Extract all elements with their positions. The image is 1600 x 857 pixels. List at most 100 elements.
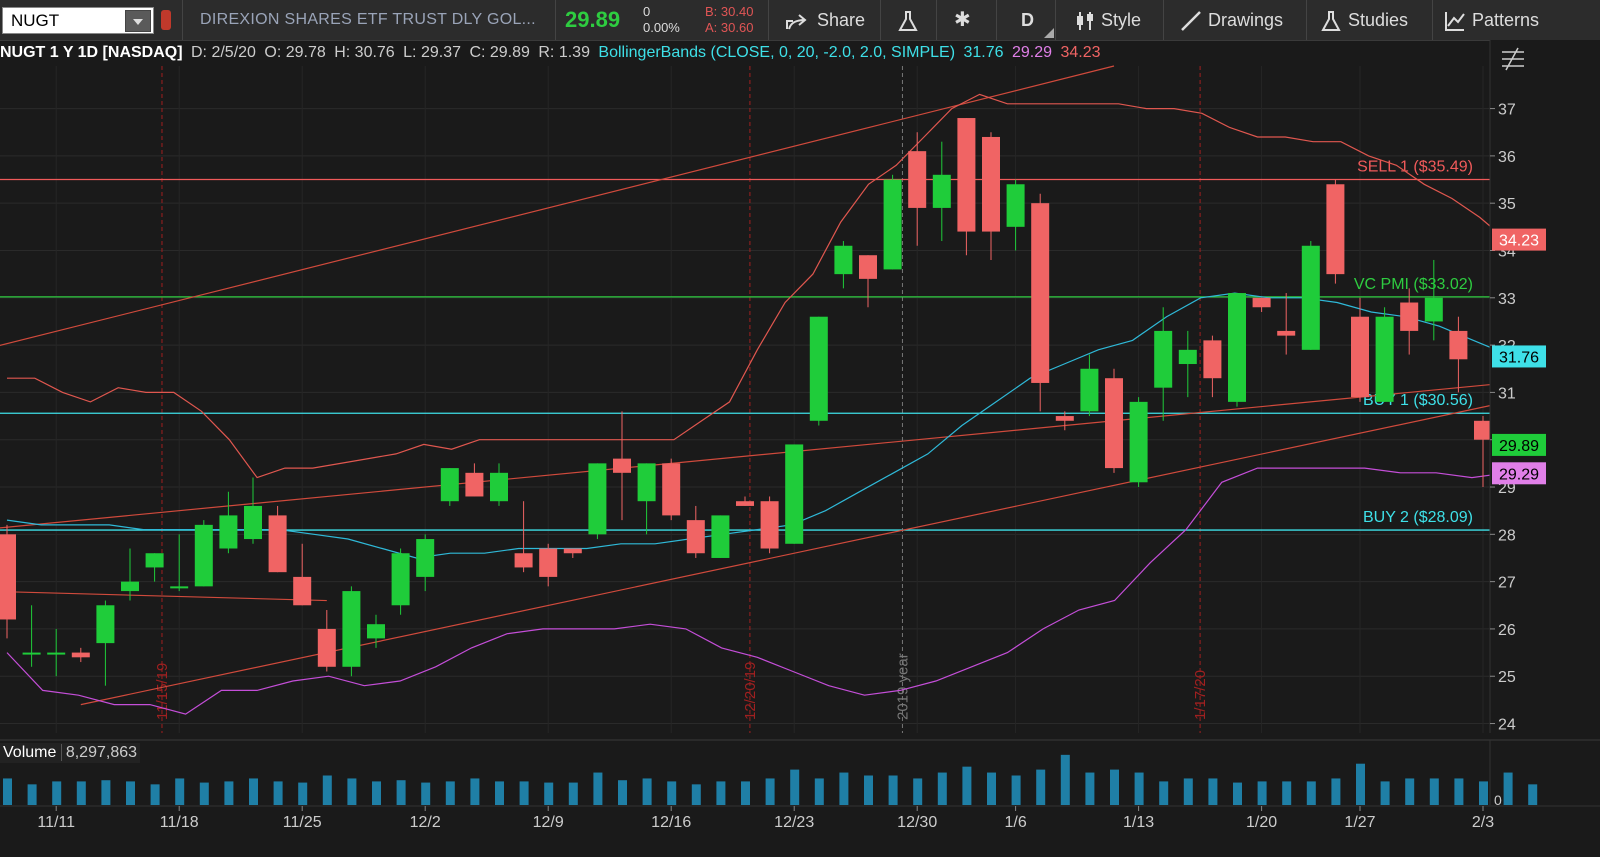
candle-body — [1129, 401, 1148, 483]
candle-body — [785, 444, 804, 544]
candle-body — [1252, 297, 1271, 308]
sell-1-label: SELL 1 ($35.49) — [1357, 159, 1473, 176]
volume-bar — [568, 782, 578, 805]
volume-bar — [249, 778, 258, 805]
candle-body — [637, 463, 656, 502]
volume-bar — [322, 775, 332, 805]
vertical-marker-label: 12/20/19 — [742, 662, 759, 720]
volume-bar — [27, 784, 37, 805]
candle-body — [809, 316, 828, 421]
candle-body — [883, 179, 902, 270]
volume-bar — [298, 782, 308, 805]
vertical-marker-label: 2019 year — [894, 653, 911, 720]
candle-body — [342, 591, 361, 667]
vc-pmi-label: VC PMI ($33.02) — [1354, 276, 1473, 293]
candle-body — [490, 472, 508, 502]
volume-bar — [495, 781, 504, 805]
candle-body — [932, 174, 951, 208]
plot-background — [0, 66, 1490, 733]
volume-bar — [1233, 782, 1242, 805]
candle-body — [170, 586, 189, 589]
candle-body — [145, 553, 164, 568]
vertical-marker-label: 1/17/20 — [1192, 670, 1209, 720]
bb-lower-price-label: 29.29 — [1499, 466, 1539, 483]
price-tick-label: 26 — [1498, 622, 1516, 639]
volume-bar — [199, 782, 209, 805]
candle-body — [539, 548, 558, 577]
volume-bar — [445, 781, 455, 805]
price-tick-label: 24 — [1498, 717, 1516, 734]
date-tick-label: 11/11 — [37, 814, 75, 831]
candle-body — [391, 553, 410, 606]
volume-bar — [101, 780, 111, 805]
volume-bar — [1380, 781, 1390, 805]
candle-body — [711, 515, 730, 558]
volume-bar — [1429, 778, 1439, 805]
price-tick-label: 36 — [1498, 149, 1516, 166]
volume-bar — [1331, 778, 1341, 805]
volume-bar — [470, 778, 480, 805]
candle-body — [1474, 420, 1492, 440]
candle-body — [686, 520, 705, 554]
candle-body — [1006, 184, 1025, 227]
price-axis: 2425262728293031323334353637 — [1489, 40, 1600, 734]
volume-bar — [1208, 778, 1218, 805]
candle-body — [736, 501, 754, 506]
candle-body — [96, 605, 115, 644]
volume-bar — [224, 781, 234, 805]
candle-body — [71, 652, 90, 658]
date-tick-label: 12/9 — [533, 814, 564, 831]
volume-bar — [3, 778, 12, 805]
date-tick-label: 1/20 — [1246, 814, 1277, 831]
candle-body — [1080, 368, 1099, 412]
candle-body — [662, 463, 681, 516]
volume-label: Volume 8,297,863 — [0, 743, 141, 763]
candle-body — [588, 463, 607, 535]
volume-bar — [1405, 778, 1415, 805]
volume-bar — [593, 772, 603, 805]
price-tick-label: 31 — [1498, 385, 1516, 402]
chart-settings-icon[interactable] — [1496, 44, 1532, 74]
buy-2-label: BUY 2 ($28.09) — [1363, 509, 1473, 526]
candle-body — [121, 581, 139, 592]
candle-body — [1105, 378, 1123, 469]
volume-bar — [519, 781, 529, 805]
bb-upper-price-label: 34.23 — [1499, 233, 1539, 250]
price-chart[interactable]: 11/15/19 12/20/19 2019 year 1/17/20 SELL 1 … — [0, 0, 1600, 857]
candle-body — [563, 548, 582, 554]
volume-bar — [1479, 781, 1488, 805]
candle-body — [957, 118, 976, 232]
date-tick-label: 1/27 — [1344, 814, 1375, 831]
candle-body — [1154, 330, 1173, 388]
candle-body — [760, 501, 779, 549]
candle-body — [908, 151, 927, 208]
volume-bar — [1134, 772, 1144, 805]
candle-body — [0, 534, 16, 620]
volume-value: 8,297,863 — [60, 744, 138, 761]
volume-bar — [937, 772, 947, 805]
candle-body — [1301, 245, 1320, 350]
volume-bar — [962, 766, 972, 805]
candle-body — [219, 515, 238, 549]
candle-body — [465, 472, 484, 497]
volume-bar — [1085, 772, 1095, 805]
date-tick-label: 2/3 — [1472, 814, 1494, 831]
volume-bar — [987, 772, 996, 805]
volume-bar — [790, 769, 800, 805]
candle-body — [514, 553, 533, 568]
volume-bar — [396, 780, 406, 805]
candle-body — [1277, 330, 1296, 336]
candle-body — [317, 628, 336, 667]
volume-bar — [864, 775, 873, 805]
volume-bar — [839, 772, 849, 805]
volume-bar — [421, 782, 431, 805]
volume-bar — [741, 781, 750, 805]
volume-bar — [691, 784, 701, 805]
volume-bar — [814, 778, 824, 805]
candle-body — [47, 652, 66, 655]
volume-bar — [642, 778, 652, 805]
volume-bar — [76, 781, 86, 805]
volume-bar — [888, 775, 898, 805]
candle-body — [416, 539, 435, 577]
volume-bar — [372, 781, 381, 805]
